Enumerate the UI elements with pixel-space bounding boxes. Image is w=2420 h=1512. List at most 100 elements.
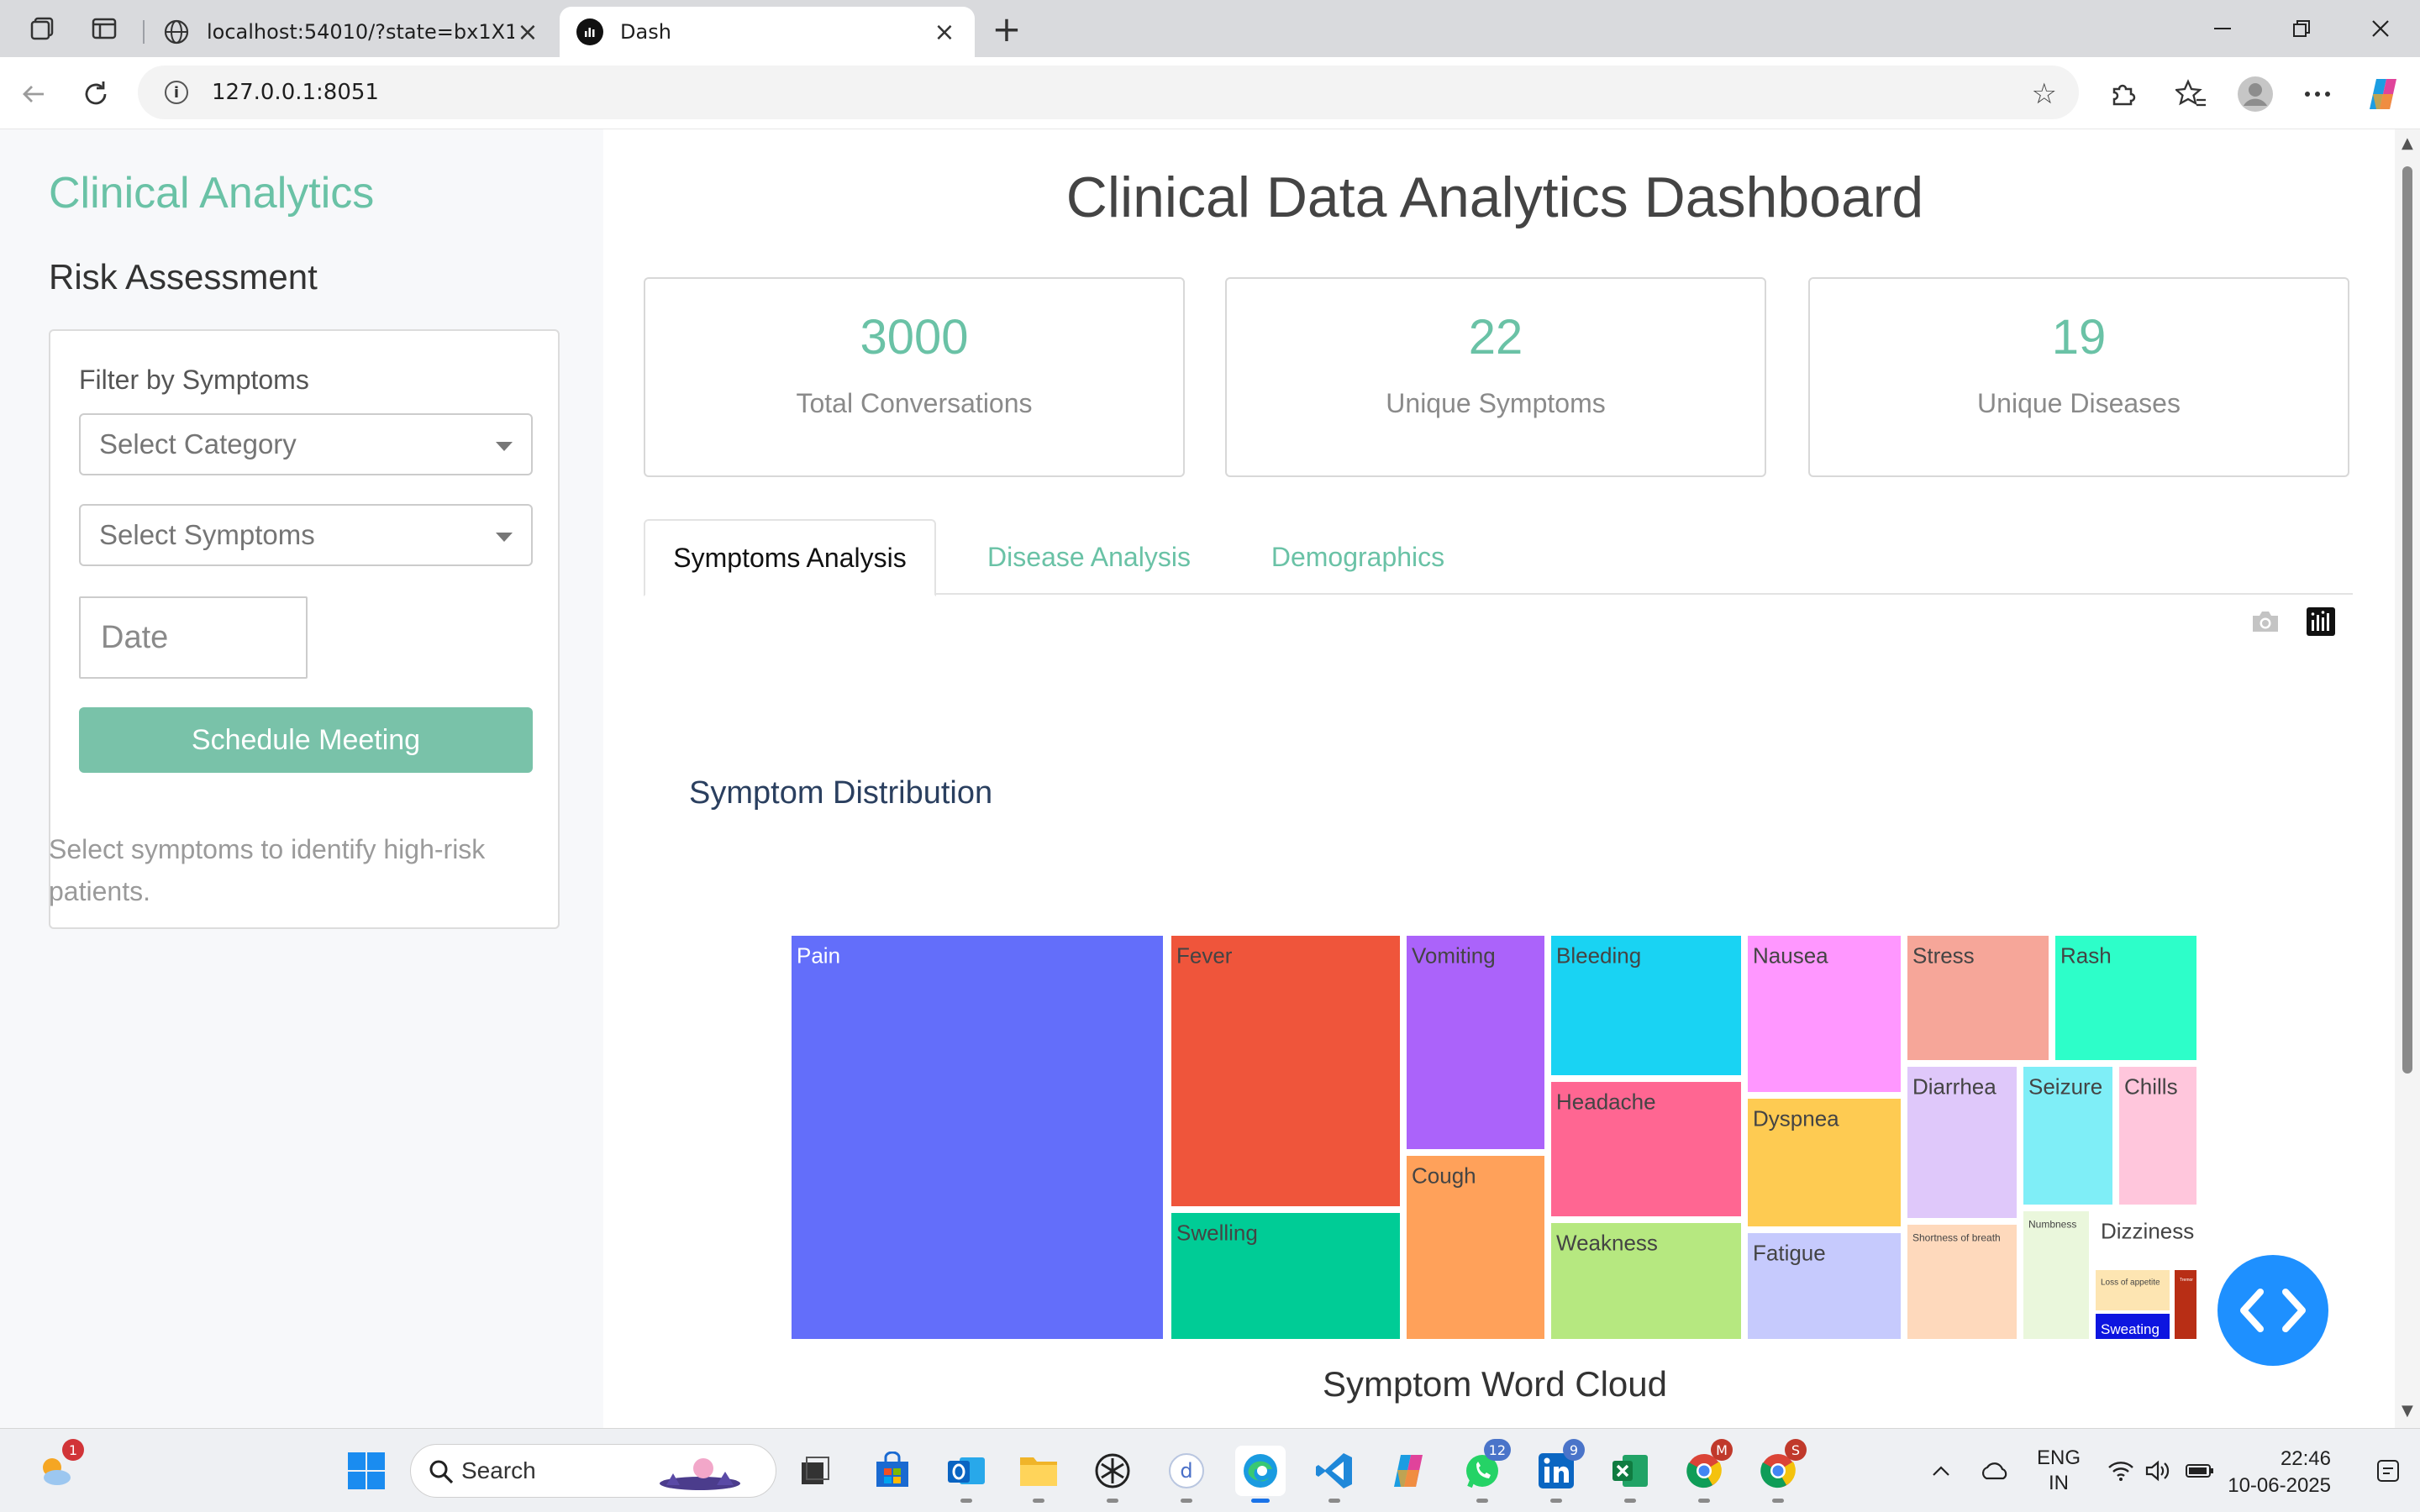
volume-icon[interactable] (2141, 1429, 2175, 1512)
symptoms-placeholder: Select Symptoms (99, 519, 315, 550)
favorite-star-icon[interactable]: ☆ (2032, 77, 2057, 111)
category-dropdown[interactable]: Select Category (79, 413, 533, 475)
vscode-icon[interactable] (1309, 1446, 1360, 1503)
microsoft-store-icon[interactable] (867, 1446, 918, 1496)
treemap-label-nausea: Nausea (1753, 943, 1828, 969)
scrollbar-thumb[interactable] (2402, 166, 2412, 1074)
symptom-treemap-chart: Symptom Distribution Pain Fever Swelling Vo… (689, 775, 2196, 1339)
close-icon[interactable]: × (514, 18, 541, 47)
weather-badge: 1 (62, 1439, 84, 1461)
treemap-label-loss-of-appetite: Loss of appetite (2101, 1278, 2160, 1288)
copilot-icon[interactable] (2363, 74, 2403, 114)
treemap-label-fever: Fever (1176, 943, 1233, 969)
date-picker-input[interactable]: Date (79, 596, 308, 679)
language-code: ENG (2036, 1446, 2081, 1469)
stat-card-diseases: 19 Unique Diseases (1808, 277, 2349, 477)
region-code: IN (2049, 1472, 2069, 1494)
stat-card-symptoms: 22 Unique Symptoms (1225, 277, 1766, 477)
taskbar-search[interactable]: Search (410, 1444, 776, 1498)
chatgpt-icon[interactable] (1087, 1446, 1138, 1503)
site-info-icon[interactable]: i (165, 81, 188, 104)
profile-avatar[interactable] (2235, 74, 2275, 114)
main-content: Clinical Data Analytics Dashboard 3000 T… (603, 129, 2395, 1428)
tab-title: localhost:54010/?state=bx1X1FE0 (207, 20, 514, 44)
weather-icon[interactable]: 1 (30, 1439, 84, 1496)
minimize-icon[interactable] (2183, 0, 2262, 57)
schedule-meeting-button[interactable]: Schedule Meeting (79, 707, 533, 773)
treemap-label-diarrhea: Diarrhea (1912, 1074, 1996, 1100)
running-indicator (1033, 1499, 1044, 1503)
filter-label: Filter by Symptoms (79, 365, 309, 395)
url-text: 127.0.0.1:8051 (212, 80, 379, 105)
treemap-label-tremor: Tremor (2180, 1278, 2193, 1283)
chrome-profile-1-icon[interactable]: M (1679, 1439, 1733, 1503)
tab-demographics[interactable]: Demographics (1232, 519, 1484, 595)
notifications-icon[interactable] (2371, 1429, 2405, 1512)
whatsapp-badge: 12 (1483, 1439, 1511, 1461)
file-explorer-icon[interactable] (1013, 1446, 1064, 1503)
extensions-icon[interactable] (2102, 74, 2143, 114)
tab-title: Dash (620, 20, 671, 44)
d-app-icon[interactable]: d (1161, 1446, 1212, 1503)
battery-icon[interactable] (2183, 1429, 2217, 1512)
more-options-icon[interactable] (2297, 74, 2338, 114)
running-indicator (1698, 1499, 1710, 1503)
edge-icon[interactable] (1235, 1446, 1286, 1503)
vertical-tabs-icon[interactable] (87, 12, 121, 45)
chrome-profile-badge: M (1711, 1439, 1733, 1461)
window-close-icon[interactable] (2341, 0, 2420, 57)
close-icon[interactable]: × (931, 18, 958, 47)
treemap-label-dyspnea: Dyspnea (1753, 1106, 1839, 1131)
favorites-icon[interactable] (2171, 74, 2212, 114)
treemap-tile-pain[interactable] (792, 936, 1163, 1339)
treemap-label-weakness: Weakness (1556, 1231, 1658, 1256)
restore-icon[interactable] (2262, 0, 2341, 57)
treemap-label-numbness: Numbness (2028, 1218, 2076, 1230)
new-tab-icon[interactable]: + (988, 8, 1025, 50)
treemap-tile-loss-of-appetite[interactable] (2096, 1270, 2170, 1310)
treemap-label-chills: Chills (2124, 1074, 2178, 1100)
stat-value: 19 (2051, 310, 2107, 365)
address-bar[interactable]: i 127.0.0.1:8051 ☆ (138, 66, 2079, 119)
clock-time: 22:46 (2280, 1447, 2331, 1470)
language-indicator[interactable]: ENG IN (2033, 1429, 2084, 1512)
scroll-up-icon[interactable]: ▲ (2402, 134, 2413, 152)
page-scrollbar[interactable]: ▲ ▼ (2395, 129, 2420, 1428)
start-icon[interactable] (341, 1446, 392, 1496)
sidebar: Clinical Analytics Risk Assessment Filte… (0, 129, 603, 1428)
treemap-label-shortness-of-breath: Shortness of breath (1912, 1231, 2001, 1243)
tab-localhost[interactable]: localhost:54010/?state=bx1X1FE0 × (146, 7, 558, 57)
treemap-tile-fever[interactable] (1171, 936, 1400, 1206)
outlook-icon[interactable] (941, 1446, 992, 1503)
camera-icon[interactable] (2249, 605, 2282, 638)
system-clock[interactable]: 22:46 10-06-2025 (2228, 1446, 2331, 1499)
symptoms-dropdown[interactable]: Select Symptoms (79, 504, 533, 566)
linkedin-badge: 9 (1563, 1439, 1585, 1461)
treemap-label-fatigue: Fatigue (1753, 1241, 1826, 1266)
chrome-profile-2-icon[interactable]: S (1753, 1439, 1807, 1503)
excel-icon[interactable] (1605, 1446, 1655, 1503)
linkedin-icon[interactable]: 9 (1531, 1439, 1585, 1503)
task-view-icon[interactable] (790, 1446, 840, 1496)
page-title: Clinical Data Analytics Dashboard (1065, 165, 1924, 229)
analysis-tabs: Symptoms Analysis Disease Analysis Demog… (644, 519, 2353, 596)
running-indicator (1772, 1499, 1784, 1503)
whatsapp-icon[interactable]: 12 (1457, 1439, 1511, 1503)
copilot-app-icon[interactable] (1383, 1446, 1434, 1496)
back-icon[interactable] (15, 76, 52, 113)
tab-symptoms-analysis[interactable]: Symptoms Analysis (644, 519, 936, 596)
scroll-down-icon[interactable]: ▼ (2402, 1402, 2413, 1420)
plotly-logo-icon[interactable] (2304, 605, 2338, 638)
tab-dash[interactable]: Dash × (560, 7, 975, 57)
tab-disease-analysis[interactable]: Disease Analysis (948, 519, 1230, 595)
category-placeholder: Select Category (99, 428, 297, 459)
workspaces-icon[interactable] (25, 12, 59, 45)
dev-tools-button[interactable] (2217, 1255, 2328, 1366)
chevron-up-icon[interactable] (1924, 1429, 1958, 1512)
treemap-tile-numbness[interactable] (2023, 1211, 2089, 1339)
running-indicator (1251, 1499, 1270, 1503)
reload-icon[interactable] (77, 76, 114, 113)
taskbar: 1 Search d 12 9 M S ENG IN 22:46 10-06-2… (0, 1428, 2420, 1512)
wifi-icon[interactable] (2104, 1429, 2138, 1512)
onedrive-icon[interactable] (1975, 1429, 2015, 1512)
